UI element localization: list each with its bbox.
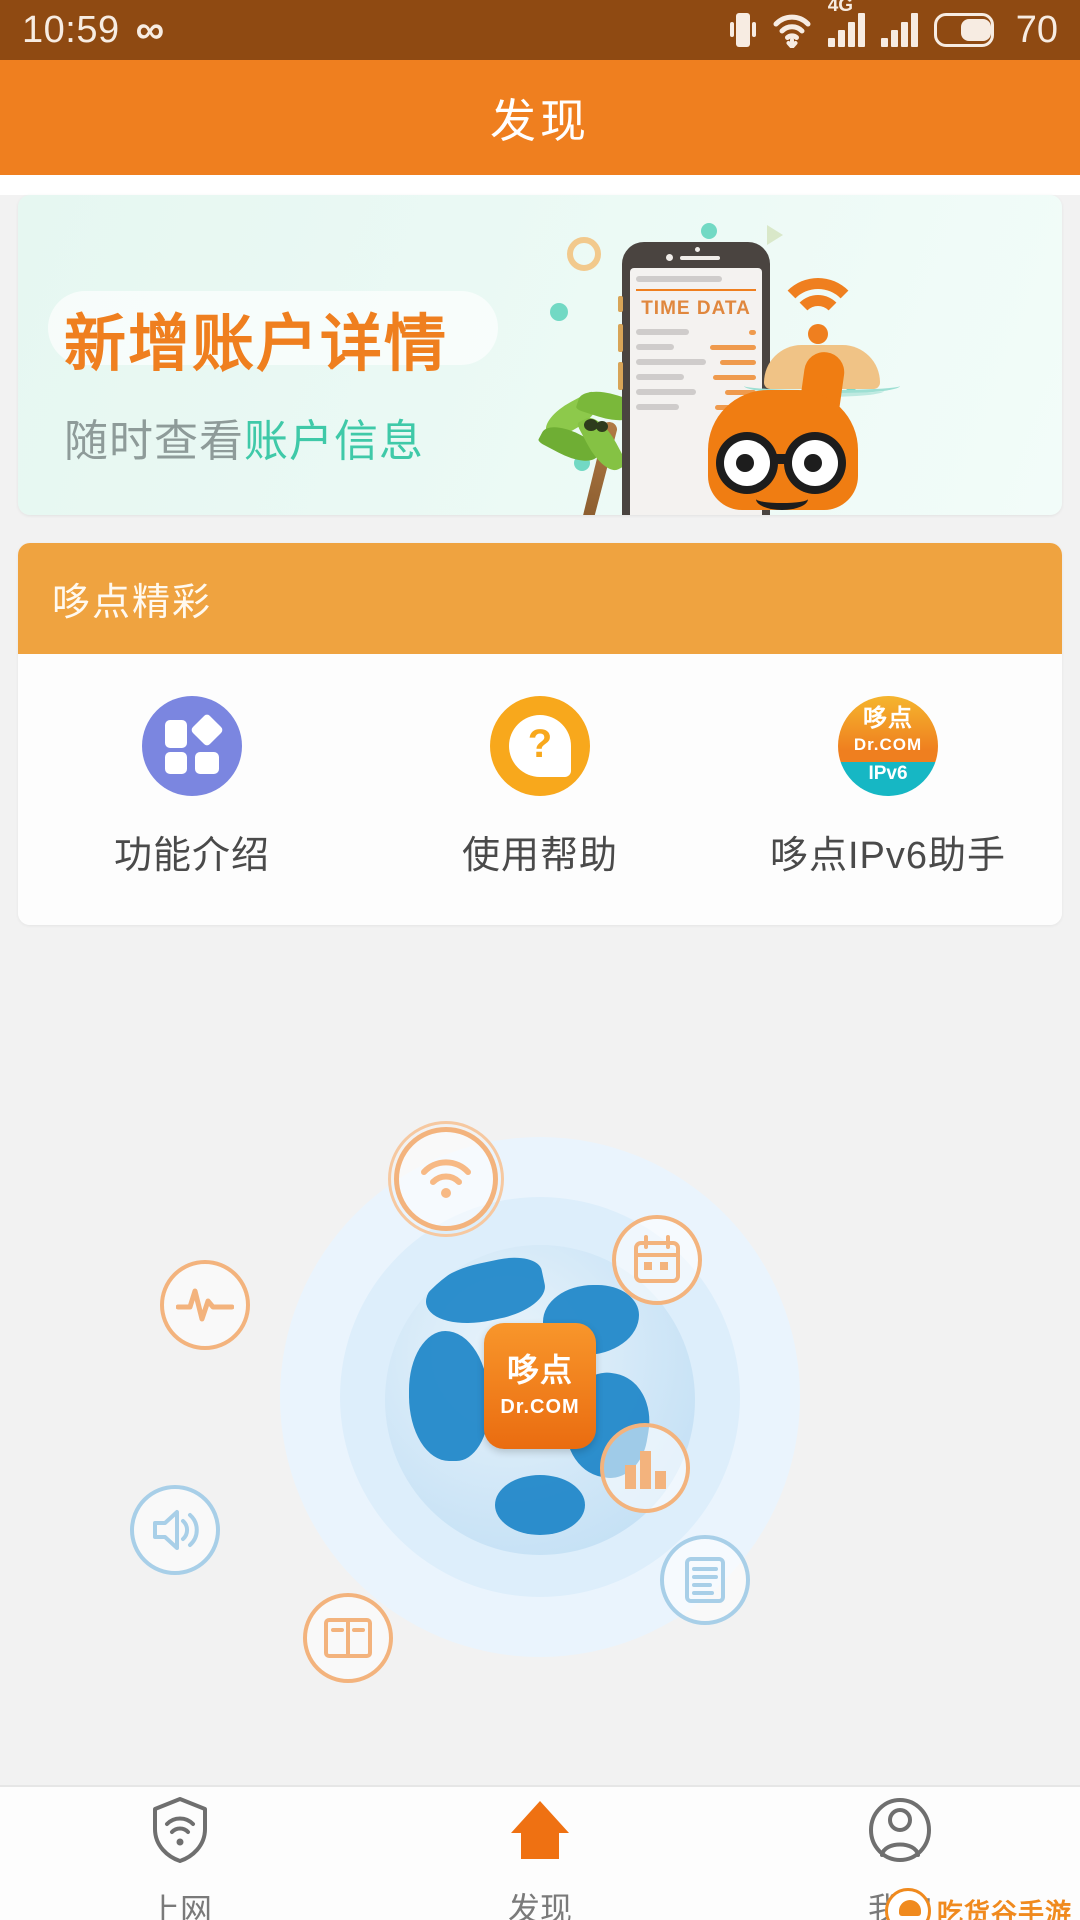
tab-label: 上网 bbox=[147, 1892, 212, 1920]
tab-discover[interactable]: 发现 bbox=[360, 1797, 720, 1920]
book-icon bbox=[303, 1593, 393, 1683]
sun-icon bbox=[567, 237, 601, 271]
question-mark-glyph: ? bbox=[527, 722, 553, 766]
status-bar: 10:59 ∞ 4G 70 bbox=[0, 0, 1080, 60]
signal-bars-icon bbox=[880, 13, 918, 47]
highlights-title: 哆点精彩 bbox=[52, 582, 213, 624]
watermark-face-icon bbox=[884, 1888, 931, 1920]
drcom-ipv6-logo: 哆点 Dr.COM IPv6 bbox=[838, 696, 938, 796]
feature-item-functions[interactable]: 功能介绍 bbox=[18, 696, 366, 879]
tab-label: 发现 bbox=[507, 1891, 572, 1920]
feature-item-ipv6[interactable]: 哆点 Dr.COM IPv6 哆点IPv6助手 bbox=[714, 696, 1062, 879]
watermark-logo: 吃货谷手游 bbox=[884, 1888, 1072, 1920]
vibrate-icon bbox=[729, 11, 756, 49]
feature-label: 功能介绍 bbox=[113, 835, 270, 877]
infinity-icon: ∞ bbox=[135, 8, 165, 52]
drcom-logo-cn: 哆点 bbox=[506, 1351, 573, 1388]
banner-subtitle-teal: 账户信息 bbox=[244, 417, 424, 466]
bar-chart-icon bbox=[600, 1423, 690, 1513]
pulse-icon bbox=[160, 1260, 250, 1350]
feature-item-help[interactable]: ? 使用帮助 bbox=[366, 696, 714, 879]
octopus-mascot bbox=[694, 349, 874, 515]
app-header: 发现 bbox=[0, 60, 1080, 175]
triangle-decoration bbox=[767, 225, 783, 245]
shield-wifi-icon bbox=[150, 1796, 210, 1869]
ipv6-badge: IPv6 bbox=[868, 763, 908, 785]
feature-label: 哆点IPv6助手 bbox=[769, 835, 1007, 877]
promo-banner[interactable]: 新增账户详情 随时查看账户信息 TIME DATA bbox=[18, 195, 1062, 515]
bottom-tab-bar: 上网 发现 我的 吃货谷手游 bbox=[0, 1785, 1080, 1920]
globe-illustration: 哆点 Dr.COM bbox=[0, 1095, 1080, 1715]
phone-screen-title: TIME DATA bbox=[641, 298, 751, 319]
banner-title: 新增账户详情 bbox=[64, 310, 449, 379]
battery-level: 70 bbox=[1015, 8, 1058, 51]
battery-icon bbox=[933, 13, 994, 47]
drcom-center-logo: 哆点 Dr.COM bbox=[484, 1323, 596, 1449]
speaker-icon bbox=[130, 1485, 220, 1575]
feature-label: 使用帮助 bbox=[461, 835, 618, 877]
highlights-card-header: 哆点精彩 bbox=[18, 543, 1062, 654]
decoration-dot bbox=[550, 303, 568, 321]
decoration-dot bbox=[701, 223, 717, 239]
wifi-icon bbox=[775, 278, 865, 350]
wifi-icon bbox=[388, 1121, 504, 1237]
drcom-logo-en: Dr.COM bbox=[500, 1395, 580, 1418]
signal-4g-icon: 4G bbox=[827, 0, 865, 47]
network-type-label: 4G bbox=[827, 0, 854, 16]
tab-internet[interactable]: 上网 bbox=[0, 1796, 360, 1920]
grid-icon bbox=[142, 696, 242, 796]
drcom-logo-cn: 哆点 bbox=[863, 704, 913, 732]
wifi-download-icon bbox=[772, 12, 812, 48]
banner-subtitle-gray: 随时查看 bbox=[64, 417, 244, 466]
page-content: 新增账户详情 随时查看账户信息 TIME DATA 哆点精彩 功能介绍 ? 使用… bbox=[0, 195, 1080, 1920]
banner-subtitle: 随时查看账户信息 bbox=[64, 405, 448, 469]
home-icon bbox=[507, 1797, 573, 1868]
watermark-text: 吃货谷手游 bbox=[936, 1897, 1072, 1920]
question-icon: ? bbox=[490, 696, 590, 796]
status-time: 10:59 bbox=[22, 8, 120, 51]
status-icons: 4G 70 bbox=[729, 0, 1058, 52]
highlights-card-body: 功能介绍 ? 使用帮助 哆点 Dr.COM IPv6 哆点IPv6助手 bbox=[18, 654, 1062, 925]
drcom-logo-en: Dr.COM bbox=[853, 734, 923, 754]
page-title: 发现 bbox=[490, 94, 590, 147]
calendar-icon bbox=[612, 1215, 702, 1305]
highlights-card: 哆点精彩 功能介绍 ? 使用帮助 哆点 Dr.COM IPv6 哆点IPv6助手 bbox=[18, 543, 1062, 925]
banner-text-block: 新增账户详情 随时查看账户信息 bbox=[64, 293, 448, 469]
person-icon bbox=[868, 1797, 932, 1868]
document-icon bbox=[660, 1535, 750, 1625]
